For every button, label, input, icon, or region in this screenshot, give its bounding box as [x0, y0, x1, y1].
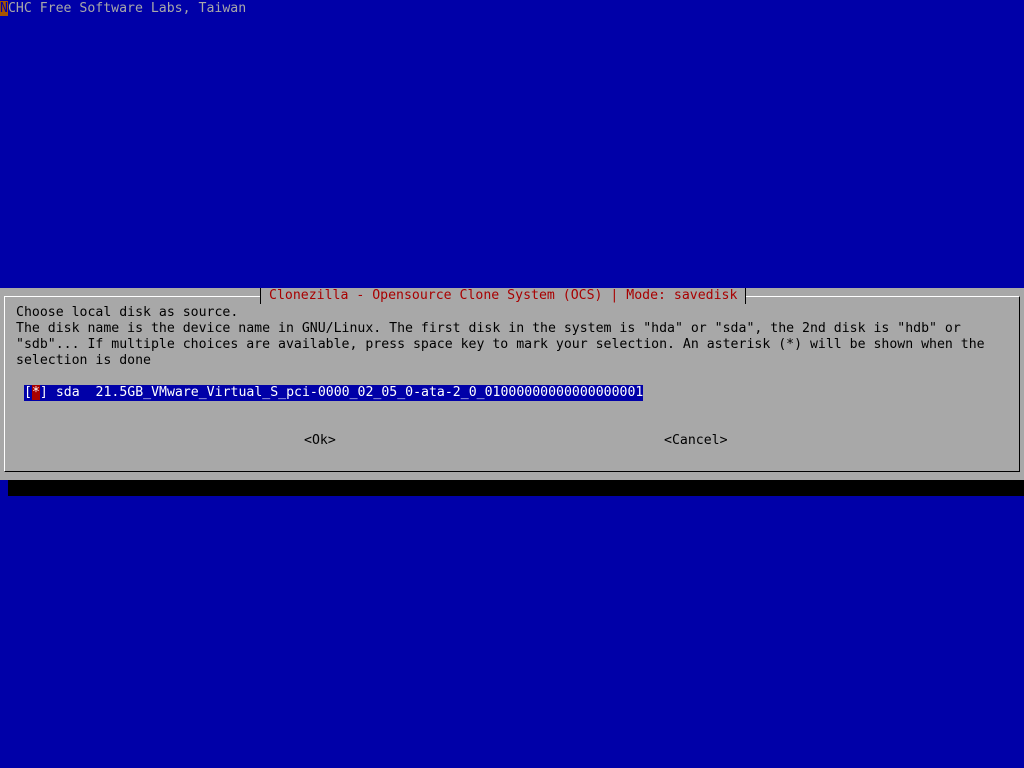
backtitle-text: CHC Free Software Labs, Taiwan: [7, 1, 247, 16]
dialog-title-text: Clonezilla - Opensource Clone System (OC…: [269, 288, 738, 303]
terminal-cursor: N: [0, 1, 8, 16]
checkbox-bracket-open: [: [24, 385, 32, 400]
prompt-line: selection is done: [16, 353, 151, 368]
ok-button[interactable]: <Ok>: [304, 433, 336, 449]
clonezilla-screen: { "backtitle": { "cursor_char": "N", "re…: [0, 0, 1024, 768]
disk-description: 21.5GB_VMware_Virtual_S_pci-0000_02_05_0…: [95, 385, 644, 400]
backtitle: NCHC Free Software Labs, Taiwan: [0, 1, 246, 17]
prompt-line: The disk name is the device name in GNU/…: [16, 321, 961, 336]
dialog-title: Clonezilla - Opensource Clone System (OC…: [260, 288, 747, 304]
disk-tag: sda: [55, 385, 80, 400]
checklist-dialog: Clonezilla - Opensource Clone System (OC…: [0, 288, 1024, 480]
dialog-prompt: Choose local disk as source. The disk nam…: [16, 305, 985, 369]
disk-option-sda[interactable]: [*] sda 21.5GB_VMware_Virtual_S_pci-0000…: [24, 385, 644, 401]
prompt-line: "sdb"... If multiple choices are availab…: [16, 337, 985, 352]
checkbox-bracket-close: ]: [39, 385, 48, 400]
dialog-shadow: [8, 480, 1024, 496]
cancel-button[interactable]: <Cancel>: [664, 433, 728, 449]
checkbox-mark[interactable]: *: [31, 385, 40, 400]
prompt-line: Choose local disk as source.: [16, 305, 239, 320]
